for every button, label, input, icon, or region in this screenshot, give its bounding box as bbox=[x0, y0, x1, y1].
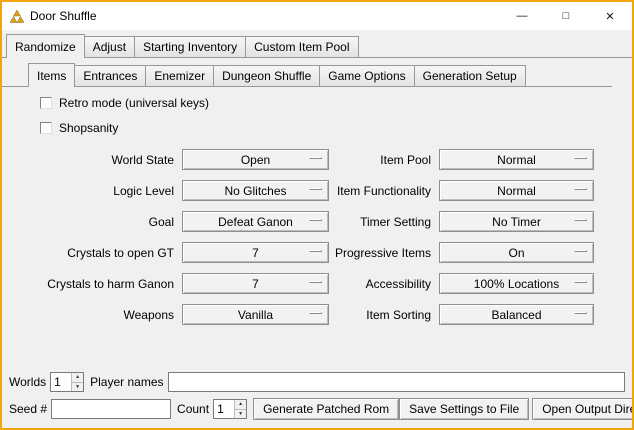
window-controls: — □ ✕ bbox=[500, 2, 632, 30]
dropdown-weapons[interactable]: Vanilla bbox=[182, 304, 329, 325]
weapons-label: Weapons bbox=[40, 308, 177, 322]
dropdown-value: On bbox=[508, 246, 524, 260]
dropdown-value: Normal bbox=[497, 184, 536, 198]
worlds-value: 1 bbox=[51, 373, 71, 391]
dropdown-value: 7 bbox=[252, 277, 259, 291]
progressive-items-label: Progressive Items bbox=[334, 246, 434, 260]
randomize-pane: Items Entrances Enemizer Dungeon Shuffle… bbox=[2, 58, 632, 362]
tab-dungeon-shuffle[interactable]: Dungeon Shuffle bbox=[213, 65, 320, 86]
items-pane: Retro mode (universal keys) Shopsanity W… bbox=[2, 87, 632, 362]
dropdown-indicator-icon bbox=[309, 250, 322, 252]
dropdown-indicator-icon bbox=[574, 188, 587, 190]
dropdown-timer-setting[interactable]: No Timer bbox=[439, 211, 594, 232]
dropdown-indicator-icon bbox=[574, 281, 587, 283]
checkbox-retro-mode[interactable]: Retro mode (universal keys) bbox=[40, 96, 632, 110]
dropdown-logic-level[interactable]: No Glitches bbox=[182, 180, 329, 201]
dropdown-progressive-items[interactable]: On bbox=[439, 242, 594, 263]
count-label: Count bbox=[177, 402, 209, 416]
tab-entrances[interactable]: Entrances bbox=[74, 65, 146, 86]
worlds-label: Worlds bbox=[9, 375, 46, 389]
dropdown-item-pool[interactable]: Normal bbox=[439, 149, 594, 170]
tab-adjust[interactable]: Adjust bbox=[84, 36, 135, 57]
options-grid: World State Open Item Pool Normal Logic … bbox=[40, 149, 632, 325]
dropdown-item-functionality[interactable]: Normal bbox=[439, 180, 594, 201]
spin-down-icon[interactable]: ▼ bbox=[235, 409, 246, 418]
dropdown-value: Balanced bbox=[491, 308, 541, 322]
checkbox-label: Retro mode (universal keys) bbox=[59, 96, 209, 110]
checkbox-box[interactable] bbox=[40, 97, 52, 109]
worlds-spinbox[interactable]: 1 ▲ ▼ bbox=[50, 372, 84, 392]
dropdown-value: 100% Locations bbox=[474, 277, 559, 291]
item-pool-label: Item Pool bbox=[334, 153, 434, 167]
tab-game-options[interactable]: Game Options bbox=[319, 65, 414, 86]
sub-tab-bar: Items Entrances Enemizer Dungeon Shuffle… bbox=[2, 63, 612, 87]
tab-starting-inventory[interactable]: Starting Inventory bbox=[134, 36, 246, 57]
dropdown-goal[interactable]: Defeat Ganon bbox=[182, 211, 329, 232]
logic-level-label: Logic Level bbox=[40, 184, 177, 198]
dropdown-value: No Glitches bbox=[224, 184, 286, 198]
timer-setting-label: Timer Setting bbox=[334, 215, 434, 229]
player-names-label: Player names bbox=[90, 375, 163, 389]
dropdown-indicator-icon bbox=[309, 281, 322, 283]
dropdown-value: Vanilla bbox=[238, 308, 273, 322]
world-state-label: World State bbox=[40, 153, 177, 167]
crystals-open-gt-label: Crystals to open GT bbox=[40, 246, 177, 260]
seed-label: Seed # bbox=[9, 402, 47, 416]
player-names-input[interactable] bbox=[168, 372, 626, 392]
generate-patched-rom-button[interactable]: Generate Patched Rom bbox=[253, 398, 399, 420]
app-icon bbox=[9, 8, 25, 24]
checkbox-label: Shopsanity bbox=[59, 121, 118, 135]
dropdown-indicator-icon bbox=[309, 188, 322, 190]
tab-generation-setup[interactable]: Generation Setup bbox=[414, 65, 526, 86]
tab-items[interactable]: Items bbox=[28, 63, 75, 87]
accessibility-label: Accessibility bbox=[334, 277, 434, 291]
spinner-buttons: ▲ ▼ bbox=[234, 400, 246, 418]
bottom-bar: Worlds 1 ▲ ▼ Player names Seed # Count 1… bbox=[2, 362, 632, 428]
dropdown-indicator-icon bbox=[309, 312, 322, 314]
tab-custom-item-pool[interactable]: Custom Item Pool bbox=[245, 36, 358, 57]
tab-enemizer[interactable]: Enemizer bbox=[145, 65, 214, 86]
tab-randomize[interactable]: Randomize bbox=[6, 34, 85, 58]
seed-input[interactable] bbox=[51, 399, 171, 419]
dropdown-value: 7 bbox=[252, 246, 259, 260]
dropdown-indicator-icon bbox=[309, 219, 322, 221]
dropdown-indicator-icon bbox=[574, 312, 587, 314]
spinner-buttons: ▲ ▼ bbox=[71, 373, 83, 391]
item-functionality-label: Item Functionality bbox=[334, 184, 434, 198]
dropdown-value: Normal bbox=[497, 153, 536, 167]
door-shuffle-window: Door Shuffle — □ ✕ Randomize Adjust Star… bbox=[0, 0, 634, 430]
dropdown-value: No Timer bbox=[492, 215, 541, 229]
dropdown-accessibility[interactable]: 100% Locations bbox=[439, 273, 594, 294]
dropdown-indicator-icon bbox=[574, 157, 587, 159]
dropdown-indicator-icon bbox=[574, 250, 587, 252]
dropdown-crystals-harm-ganon[interactable]: 7 bbox=[182, 273, 329, 294]
checkbox-box[interactable] bbox=[40, 122, 52, 134]
minimize-button-icon[interactable]: — bbox=[500, 2, 544, 30]
spin-up-icon[interactable]: ▲ bbox=[72, 373, 83, 382]
count-value: 1 bbox=[214, 400, 234, 418]
dropdown-world-state[interactable]: Open bbox=[182, 149, 329, 170]
worlds-row: Worlds 1 ▲ ▼ Player names bbox=[9, 371, 625, 393]
dropdown-value: Defeat Ganon bbox=[218, 215, 293, 229]
window-title: Door Shuffle bbox=[30, 9, 97, 23]
count-spinbox[interactable]: 1 ▲ ▼ bbox=[213, 399, 247, 419]
main-tab-bar: Randomize Adjust Starting Inventory Cust… bbox=[2, 34, 632, 58]
spin-up-icon[interactable]: ▲ bbox=[235, 400, 246, 409]
dropdown-crystals-open-gt[interactable]: 7 bbox=[182, 242, 329, 263]
goal-label: Goal bbox=[40, 215, 177, 229]
maximize-button-icon[interactable]: □ bbox=[544, 2, 588, 30]
checkbox-shopsanity[interactable]: Shopsanity bbox=[40, 121, 632, 135]
dropdown-item-sorting[interactable]: Balanced bbox=[439, 304, 594, 325]
crystals-harm-ganon-label: Crystals to harm Ganon bbox=[40, 277, 177, 291]
seed-row: Seed # Count 1 ▲ ▼ Generate Patched Rom … bbox=[9, 398, 625, 420]
titlebar[interactable]: Door Shuffle — □ ✕ bbox=[2, 2, 632, 30]
item-sorting-label: Item Sorting bbox=[334, 308, 434, 322]
dropdown-indicator-icon bbox=[309, 157, 322, 159]
dropdown-indicator-icon bbox=[574, 219, 587, 221]
close-button-icon[interactable]: ✕ bbox=[588, 2, 632, 30]
spin-down-icon[interactable]: ▼ bbox=[72, 382, 83, 391]
save-settings-button[interactable]: Save Settings to File bbox=[399, 398, 529, 420]
open-output-directory-button[interactable]: Open Output Directory bbox=[532, 398, 634, 420]
dropdown-value: Open bbox=[241, 153, 270, 167]
